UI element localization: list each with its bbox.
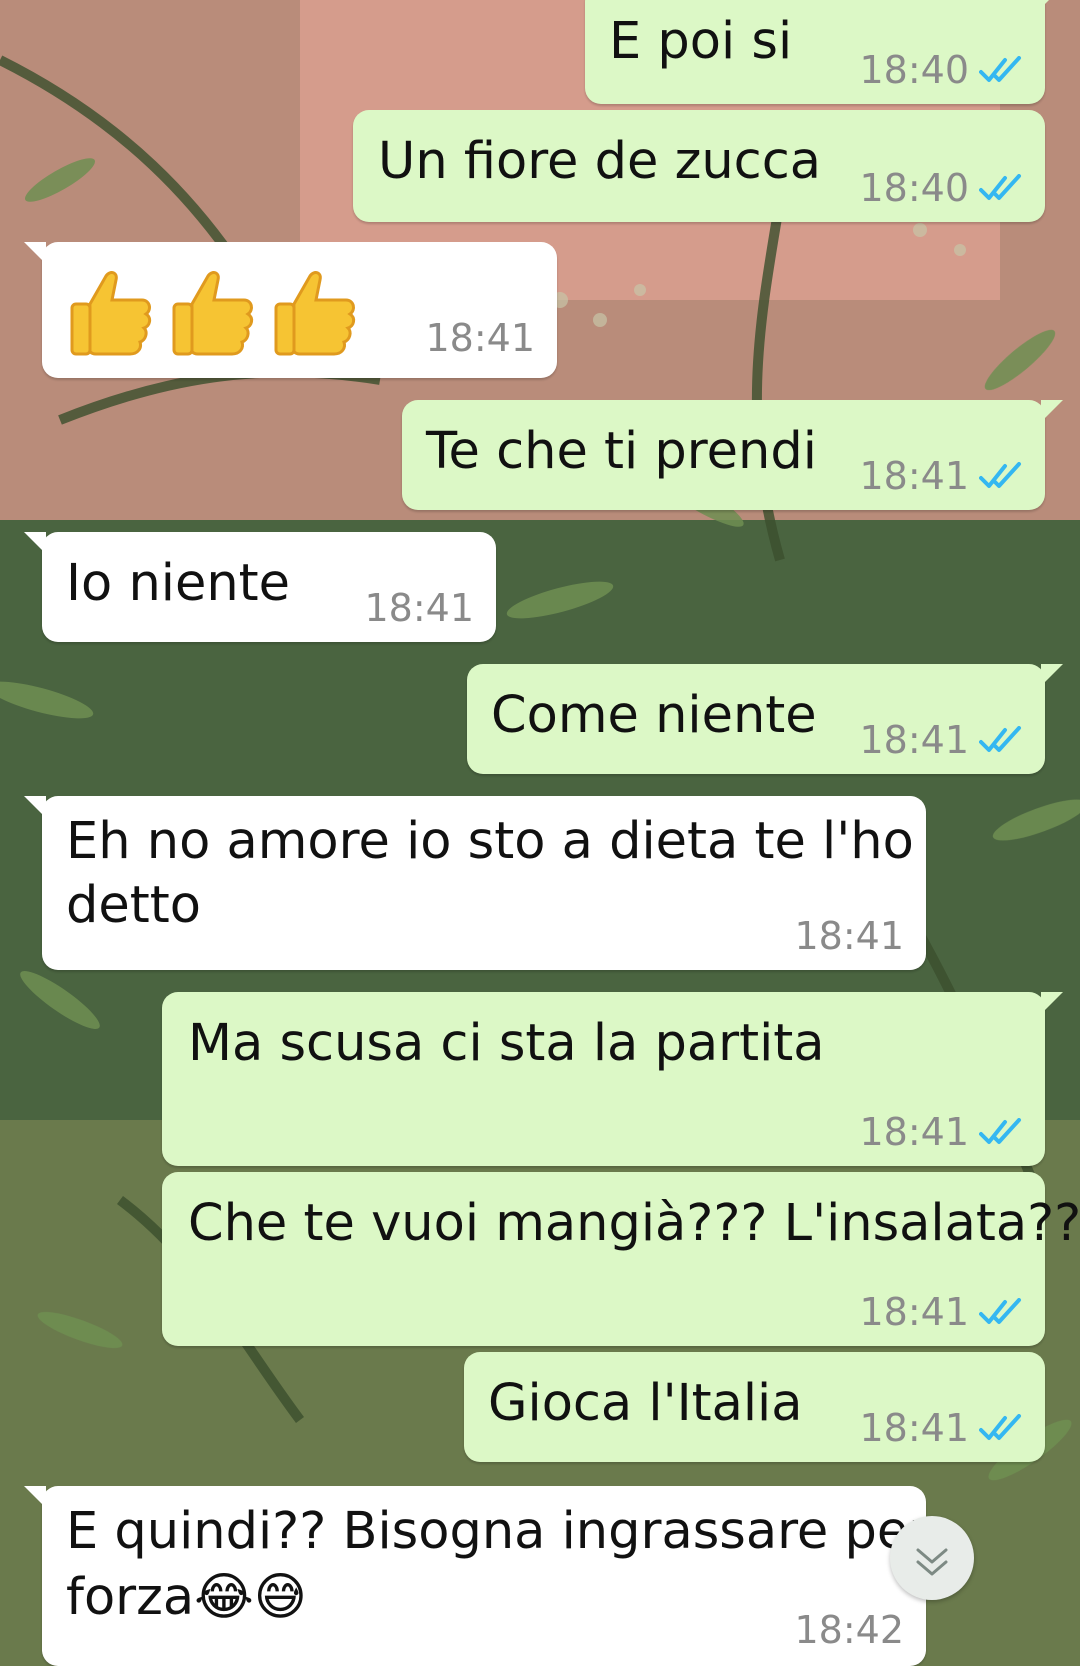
- outgoing-message[interactable]: Ma scusa ci sta la partita 18:41: [162, 992, 1063, 1166]
- message-text-line-1: Eh no amore io sto a dieta te l'ho: [66, 812, 914, 871]
- message-text: Come niente: [491, 686, 817, 745]
- message-text-line-2: detto: [66, 876, 201, 935]
- message-text: E poi si: [609, 12, 793, 71]
- message-time: 18:41: [859, 454, 969, 498]
- message-meta: 18:40: [859, 48, 1023, 92]
- thumbs-up-emoji: [172, 271, 254, 356]
- message-meta: 18:41: [364, 586, 474, 630]
- message-time: 18:42: [794, 1608, 904, 1652]
- message-time: 18:41: [364, 586, 474, 630]
- message-meta: 18:41: [859, 1406, 1023, 1450]
- incoming-message[interactable]: 18:41: [24, 242, 557, 378]
- outgoing-message[interactable]: Gioca l'Italia 18:41: [464, 1352, 1045, 1462]
- message-meta: 18:41: [859, 718, 1023, 762]
- message-text: Ma scusa ci sta la partita: [188, 1014, 825, 1073]
- incoming-message[interactable]: E quindi?? Bisogna ingrassare per forza😂…: [24, 1486, 930, 1666]
- message-meta: 18:41: [425, 316, 535, 360]
- message-text-line-1: E quindi?? Bisogna ingrassare per: [66, 1502, 930, 1561]
- message-meta: 18:41: [859, 1110, 1023, 1154]
- incoming-message[interactable]: Io niente 18:41: [24, 532, 496, 642]
- double-check-icon: [979, 1298, 1021, 1324]
- message-text-line-2: forza😂😅: [66, 1568, 307, 1627]
- outgoing-message[interactable]: Che te vuoi mangià??? L'insalata?? 18:41: [162, 1172, 1080, 1346]
- thumbs-up-emoji: [70, 271, 152, 356]
- message-time: 18:41: [859, 1290, 969, 1334]
- message-text: Te che ti prendi: [426, 422, 817, 481]
- message-time: 18:41: [859, 1110, 969, 1154]
- thumbs-up-emoji: [274, 271, 356, 356]
- scroll-to-bottom-button[interactable]: [890, 1516, 974, 1600]
- message-time: 18:41: [425, 316, 535, 360]
- message-time: 18:41: [859, 1406, 969, 1450]
- outgoing-message[interactable]: E poi si 18:40: [585, 0, 1063, 104]
- message-meta: 18:42: [794, 1608, 904, 1652]
- incoming-message[interactable]: Eh no amore io sto a dieta te l'ho detto…: [24, 796, 926, 970]
- outgoing-message[interactable]: Come niente 18:41: [467, 664, 1063, 774]
- message-text: Un fiore de zucca: [378, 132, 822, 191]
- message-time: 18:41: [859, 718, 969, 762]
- message-text: Che te vuoi mangià??? L'insalata??: [188, 1194, 1080, 1253]
- message-emoji-row: [68, 264, 358, 356]
- message-time: 18:40: [859, 48, 969, 92]
- double-check-icon: [979, 56, 1021, 82]
- message-meta: 18:40: [859, 166, 1023, 210]
- message-meta: 18:41: [859, 1290, 1023, 1334]
- double-check-icon: [979, 1118, 1021, 1144]
- outgoing-message[interactable]: Te che ti prendi 18:41: [402, 400, 1063, 510]
- double-check-icon: [979, 462, 1021, 488]
- message-time: 18:40: [859, 166, 969, 210]
- chevron-down-icon: [916, 1548, 948, 1576]
- double-check-icon: [979, 1414, 1021, 1440]
- double-check-icon: [979, 726, 1021, 752]
- message-meta: 18:41: [859, 454, 1023, 498]
- double-check-icon: [979, 174, 1021, 200]
- message-text: Gioca l'Italia: [488, 1374, 803, 1433]
- message-time: 18:41: [794, 914, 904, 958]
- message-meta: 18:41: [794, 914, 904, 958]
- outgoing-message[interactable]: Un fiore de zucca 18:40: [353, 110, 1045, 222]
- message-text: Io niente: [66, 554, 291, 613]
